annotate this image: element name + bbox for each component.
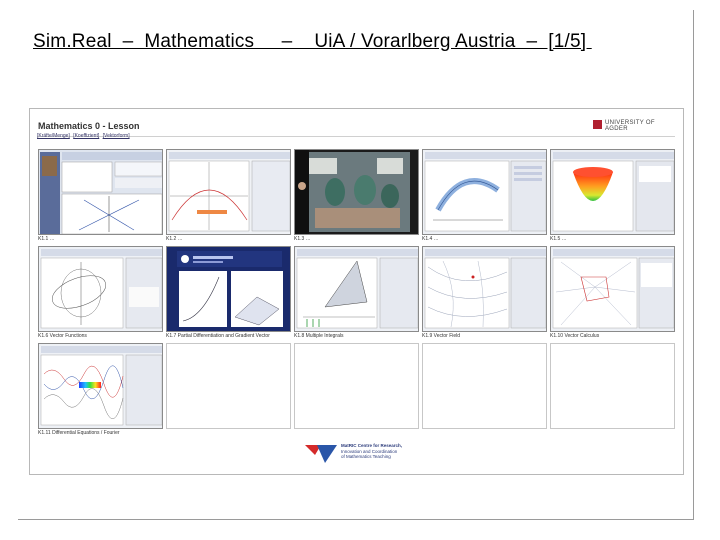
empty-tile [166, 343, 291, 439]
module-caption[interactable]: K1.3 … [294, 236, 311, 242]
breadcrumb: [Kräfte/Menge] [Koeffizient] [Vektorform… [37, 133, 132, 139]
lesson-header: Mathematics 0 - Lesson UNIVERSITY OF AGD… [37, 116, 675, 137]
module-thumbnail[interactable] [38, 149, 163, 235]
module-thumbnail[interactable] [166, 149, 291, 235]
empty-thumbnail [422, 343, 547, 429]
module-thumbnail[interactable] [38, 343, 163, 429]
empty-tile [294, 343, 419, 439]
module-thumbnail[interactable] [38, 246, 163, 332]
module-caption[interactable]: K1.2 … [166, 236, 183, 242]
module-tile[interactable]: K1.2 … [166, 149, 291, 245]
matric-logo-mark [305, 445, 337, 463]
module-tile[interactable]: K1.11 Differential Equations / Fourier [38, 343, 163, 439]
module-caption[interactable]: K1.6 Vector Functions [38, 333, 87, 339]
module-thumbnail[interactable] [422, 149, 547, 235]
university-logo-text: UNIVERSITY OF AGDER [605, 120, 655, 132]
module-thumbnail[interactable] [550, 149, 675, 235]
empty-thumbnail [294, 343, 419, 429]
module-thumbnail[interactable] [166, 246, 291, 332]
matric-logo-text: MatRIC Centre for Research, Innovation a… [341, 443, 402, 460]
empty-thumbnail [166, 343, 291, 429]
module-tile[interactable]: K1.6 Vector Functions [38, 246, 163, 342]
module-grid: K1.1 … K1.2 … K1.3 … K1.4 … K1.5 … K1.6 … [38, 149, 677, 439]
matric-logo-line: MatRIC Centre for Research, [341, 443, 403, 448]
university-logo: UNIVERSITY OF AGDER [593, 119, 675, 132]
university-logo-mark [593, 120, 602, 129]
module-tile[interactable]: K1.9 Vector Field [422, 246, 547, 342]
module-thumbnail[interactable] [550, 246, 675, 332]
matric-logo: MatRIC Centre for Research, Innovation a… [305, 441, 415, 467]
module-caption[interactable]: K1.10 Vector Calculus [550, 333, 599, 339]
module-tile[interactable]: K1.7 Partial Differentiation and Gradien… [166, 246, 291, 342]
lesson-title: Mathematics 0 - Lesson [38, 121, 140, 131]
module-tile[interactable]: K1.1 … [38, 149, 163, 245]
module-tile[interactable]: K1.10 Vector Calculus [550, 246, 675, 342]
module-caption[interactable]: K1.7 Partial Differentiation and Gradien… [166, 333, 270, 339]
module-thumbnail[interactable] [294, 246, 419, 332]
module-caption[interactable]: K1.1 … [38, 236, 55, 242]
module-thumbnail[interactable] [294, 149, 419, 235]
slide-title: Sim.Real – Mathematics – UiA / Vorarlber… [33, 31, 592, 52]
module-caption[interactable]: K1.5 … [550, 236, 567, 242]
empty-tile [550, 343, 675, 439]
matric-logo-line: of Mathematics Teaching [341, 454, 391, 459]
module-caption[interactable]: K1.9 Vector Field [422, 333, 460, 339]
module-caption[interactable]: K1.8 Multiple Integrals [294, 333, 343, 339]
module-tile[interactable]: K1.8 Multiple Integrals [294, 246, 419, 342]
breadcrumb-link[interactable]: [Kräfte/Menge] [37, 133, 70, 139]
module-tile[interactable]: K1.4 … [422, 149, 547, 245]
module-tile[interactable]: K1.3 … [294, 149, 419, 245]
module-tile[interactable]: K1.5 … [550, 149, 675, 245]
lesson-page-screenshot: Mathematics 0 - Lesson UNIVERSITY OF AGD… [29, 108, 684, 475]
empty-thumbnail [550, 343, 675, 429]
breadcrumb-link[interactable]: [Vektorform] [103, 133, 130, 139]
breadcrumb-link[interactable]: [Koeffizient] [73, 133, 99, 139]
empty-tile [422, 343, 547, 439]
module-caption[interactable]: K1.11 Differential Equations / Fourier [38, 430, 120, 436]
module-thumbnail[interactable] [422, 246, 547, 332]
module-caption[interactable]: K1.4 … [422, 236, 439, 242]
